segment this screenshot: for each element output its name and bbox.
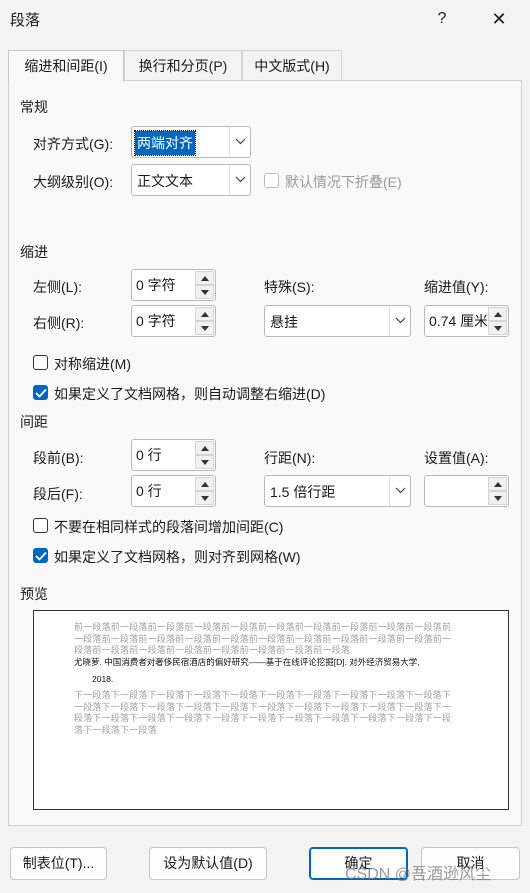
preview-sample-line-2: 2018. [92, 674, 114, 684]
indent-by-label: 缩进值(Y): [424, 279, 489, 295]
spinner-buttons [195, 307, 214, 335]
spin-down-icon[interactable] [195, 455, 214, 469]
spin-up-icon[interactable] [195, 271, 214, 285]
special-indent-combo[interactable]: 悬挂 [264, 305, 411, 337]
indent-right-value: 0 字符 [136, 313, 176, 329]
section-preview-title: 预览 [20, 586, 48, 602]
spacing-at-spinner[interactable] [424, 475, 509, 507]
alignment-combo[interactable]: 两端对齐 [131, 126, 251, 158]
spin-up-icon[interactable] [195, 307, 214, 321]
indent-left-label: 左侧(L): [33, 279, 82, 295]
preview-previous-paragraph: 前一段落前一段落前一段落前一段落前一段落前一段落前一段落前一段落前一段落前一段落… [74, 622, 452, 655]
spacing-after-label: 段后(F): [33, 486, 83, 502]
spacing-at-label: 设置值(A): [424, 450, 489, 466]
preview-box: 前一段落前一段落前一段落前一段落前一段落前一段落前一段落前一段落前一段落前一段落… [33, 610, 509, 810]
spin-down-icon[interactable] [195, 285, 214, 299]
mirror-indent-label: 对称缩进(M) [54, 356, 131, 372]
spin-up-icon[interactable] [488, 307, 507, 321]
collapse-default-checkbox [264, 173, 279, 188]
chevron-down-icon[interactable] [389, 306, 410, 336]
preview-sample-line-1: 尤晓萝. 中国消费者对奢侈民宿酒店的偏好研究——基于在线评论挖掘[D]. 对外经… [74, 657, 420, 667]
chevron-down-icon[interactable] [229, 127, 250, 157]
preview-next-paragraph: 下一段落下一段落下一段落下一段落下一段落下一段落下一段落下一段落下一段落下一段落… [74, 690, 452, 735]
spacing-before-spinner[interactable]: 0 行 [131, 439, 216, 471]
tab-label: 换行和分页(P) [138, 58, 228, 74]
dialog-title: 段落 [10, 12, 41, 29]
tab-label: 中文版式(H) [254, 58, 330, 74]
indent-right-spinner[interactable]: 0 字符 [131, 305, 216, 337]
spin-down-icon[interactable] [195, 321, 214, 335]
line-spacing-label: 行距(N): [264, 450, 316, 466]
title-bar: 段落 ? ✕ [0, 0, 530, 38]
spin-up-icon[interactable] [195, 477, 214, 491]
spinner-buttons [488, 307, 507, 335]
spin-down-icon[interactable] [488, 491, 507, 505]
indent-by-spinner[interactable]: 0.74 厘米 [424, 305, 509, 337]
spacing-after-value: 0 行 [136, 483, 162, 499]
spinner-buttons [488, 477, 507, 505]
tab-label: 缩进和间距(I) [24, 58, 108, 74]
alignment-value: 两端对齐 [134, 130, 196, 156]
snap-to-grid-label: 如果定义了文档网格，则对齐到网格(W) [54, 549, 301, 565]
spin-up-icon[interactable] [195, 441, 214, 455]
spacing-before-label: 段前(B): [33, 450, 84, 466]
indent-by-value: 0.74 厘米 [429, 313, 487, 329]
spinner-buttons [195, 441, 214, 469]
help-button[interactable]: ? [425, 4, 459, 34]
collapse-default-label: 默认情况下折叠(E) [285, 174, 402, 190]
tabs-button-label: 制表位(T)... [22, 855, 95, 871]
auto-adjust-indent-label: 如果定义了文档网格，则自动调整右缩进(D) [54, 386, 326, 402]
watermark: CSDN @吾酒逊风尘 [345, 866, 492, 883]
spacing-before-value: 0 行 [136, 447, 162, 463]
special-indent-value: 悬挂 [270, 314, 298, 330]
tab-line-page-breaks[interactable]: 换行和分页(P) [124, 50, 242, 81]
set-default-button[interactable]: 设为默认值(D) [149, 847, 267, 880]
close-button[interactable]: ✕ [482, 4, 516, 34]
no-space-same-style-label: 不要在相同样式的段落间增加间距(C) [54, 519, 284, 535]
checkmark-icon [35, 551, 47, 561]
line-spacing-value: 1.5 倍行距 [270, 484, 336, 500]
spinner-buttons [195, 477, 214, 505]
chevron-down-icon[interactable] [229, 165, 250, 195]
section-general-title: 常规 [20, 99, 48, 115]
spin-up-icon[interactable] [488, 477, 507, 491]
outline-level-combo[interactable]: 正文文本 [131, 164, 251, 196]
outline-level-value: 正文文本 [137, 173, 193, 189]
spinner-buttons [195, 271, 214, 299]
no-space-same-style-checkbox[interactable] [33, 518, 48, 533]
line-spacing-combo[interactable]: 1.5 倍行距 [264, 475, 411, 507]
indent-right-label: 右侧(R): [33, 315, 85, 331]
tab-asian-typography[interactable]: 中文版式(H) [242, 50, 342, 81]
spin-down-icon[interactable] [488, 321, 507, 335]
tab-indent-spacing[interactable]: 缩进和间距(I) [8, 50, 124, 82]
spacing-after-spinner[interactable]: 0 行 [131, 475, 216, 507]
auto-adjust-indent-checkbox[interactable] [33, 385, 48, 400]
snap-to-grid-checkbox[interactable] [33, 548, 48, 563]
mirror-indent-checkbox[interactable] [33, 355, 48, 370]
alignment-label: 对齐方式(G): [33, 136, 114, 152]
spin-down-icon[interactable] [195, 491, 214, 505]
outline-level-label: 大纲级别(O): [33, 174, 114, 190]
section-spacing-title: 间距 [20, 414, 48, 430]
tabs-button[interactable]: 制表位(T)... [10, 847, 107, 880]
section-indent-title: 缩进 [20, 244, 48, 260]
chevron-down-icon[interactable] [389, 476, 410, 506]
indent-left-value: 0 字符 [136, 277, 176, 293]
checkmark-icon [35, 388, 47, 398]
special-indent-label: 特殊(S): [264, 279, 315, 295]
indent-left-spinner[interactable]: 0 字符 [131, 269, 216, 301]
set-default-button-label: 设为默认值(D) [163, 855, 253, 871]
